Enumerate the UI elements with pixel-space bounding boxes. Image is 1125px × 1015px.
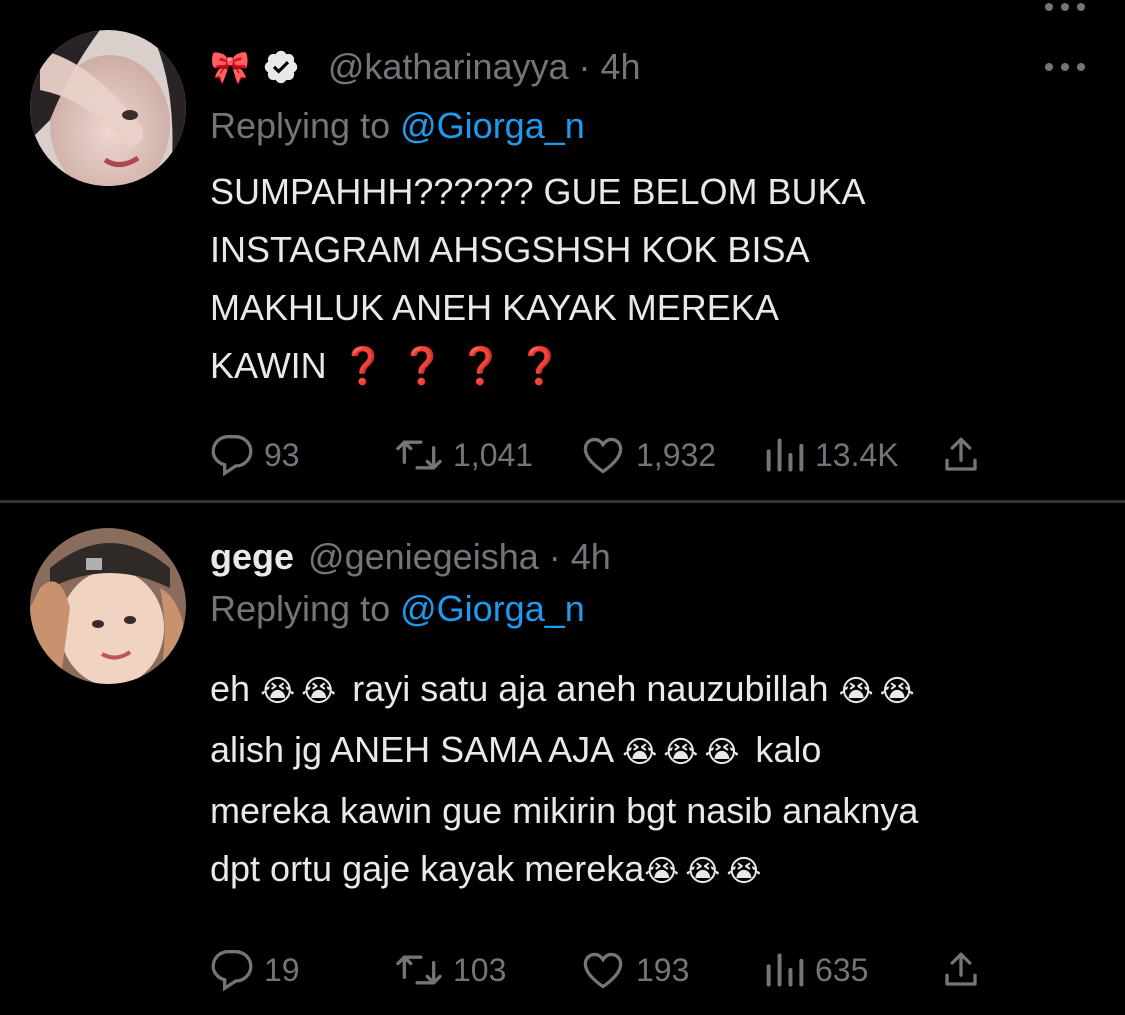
question-mark-emoji: ❓ — [340, 345, 386, 386]
views-count: 13.4K — [815, 436, 899, 473]
replying-to: Replying to @Giorga_n — [210, 588, 585, 630]
reply-button[interactable]: 19 — [210, 945, 300, 995]
bow-emoji: 🎀 — [210, 49, 250, 85]
display-name[interactable]: 🎀 — [210, 48, 314, 86]
retweet-count: 1,041 — [453, 436, 534, 473]
views-icon — [766, 438, 804, 472]
tweet-text-segment: rayi satu aja aneh nauzubillah — [352, 668, 829, 709]
more-icon[interactable] — [1045, 60, 1085, 74]
crying-emoji: 😭 — [644, 855, 680, 888]
tweet-text-segment: dpt ortu gaje kayak mereka — [210, 848, 645, 889]
replying-to: Replying to @Giorga_n — [210, 105, 585, 147]
reply-icon — [211, 435, 253, 477]
display-name[interactable]: gege — [210, 536, 294, 578]
verified-badge-icon — [264, 50, 298, 84]
reply-icon — [211, 950, 253, 992]
tweet-text-segment: eh — [210, 668, 251, 709]
tweet-text-line: mereka kawin gue mikirin bgt nasib anakn… — [210, 790, 919, 831]
retweet-icon — [396, 440, 442, 470]
separator-dot: · — [578, 46, 591, 87]
crying-emoji: 😭 — [685, 855, 721, 888]
crying-emoji: 😭 — [838, 675, 874, 708]
timestamp[interactable]: 4h — [601, 46, 641, 88]
reply-count: 93 — [264, 436, 300, 473]
like-icon — [583, 437, 623, 474]
share-icon — [945, 952, 977, 986]
crying-emoji: 😭 — [301, 675, 337, 708]
like-count: 193 — [636, 951, 690, 988]
tweet-text: eh 😭 😭 rayi satu aja aneh nauzubillah 😭 😭 … — [210, 660, 1090, 901]
crying-emoji: 😭 — [663, 736, 699, 769]
tweet-text-segment: alish jg ANEH SAMA AJA — [210, 729, 613, 770]
more-icon[interactable] — [1045, 0, 1085, 14]
mention-link[interactable]: @Giorga_n — [400, 588, 585, 629]
retweet-icon — [396, 955, 442, 985]
tweet-text-line: alish jg ANEH SAMA AJA 😭 😭 😭 kalo — [210, 721, 1090, 782]
tweet-header: 🎀 @katharinayya · 4h — [210, 44, 641, 90]
replying-prefix: Replying to — [210, 105, 391, 146]
tweet-text-segment: kalo — [755, 729, 822, 770]
tweet-text: SUMPAHHH?????? GUE BELOM BUKA INSTAGRAM … — [210, 163, 1090, 395]
tweet-text-line: KAWIN ❓ ❓ ❓ ❓ — [210, 337, 1090, 395]
tweet[interactable]: 🎀 @katharinayya · 4h Replying to @Giorga… — [0, 0, 1125, 500]
replying-prefix: Replying to — [210, 588, 391, 629]
handle[interactable]: @geniegeisha — [308, 536, 539, 578]
tweet-text-line: MAKHLUK ANEH KAYAK MEREKA — [210, 287, 779, 328]
tweet-text-line: dpt ortu gaje kayak mereka😭 😭 😭 — [210, 840, 1090, 901]
reply-button[interactable]: 93 — [210, 430, 300, 480]
question-mark-emoji: ❓ — [517, 345, 562, 386]
reply-count: 19 — [264, 951, 300, 988]
views-count: 635 — [815, 951, 869, 988]
mention-link[interactable]: @Giorga_n — [400, 105, 585, 146]
views-button[interactable]: 13.4K — [765, 430, 899, 480]
views-button[interactable]: 635 — [765, 945, 868, 995]
action-bar: 19 103 193 635 — [210, 945, 990, 995]
action-bar: 93 1,041 1,932 13.4K — [210, 430, 990, 480]
question-mark-emoji: ❓ — [399, 345, 445, 386]
like-button[interactable]: 1,932 — [580, 430, 716, 480]
separator-dot: · — [548, 536, 561, 577]
share-button[interactable] — [940, 945, 982, 995]
like-icon — [583, 952, 623, 989]
tweet-text-line: eh 😭 😭 rayi satu aja aneh nauzubillah 😭 😭 — [210, 660, 1090, 721]
like-count: 1,932 — [636, 436, 717, 473]
tweet-header: gege @geniegeisha · 4h — [210, 534, 611, 580]
avatar[interactable] — [30, 30, 186, 186]
avatar[interactable] — [30, 528, 186, 684]
views-icon — [766, 953, 804, 987]
retweet-button[interactable]: 103 — [395, 945, 506, 995]
crying-emoji: 😭 — [260, 675, 296, 708]
crying-emoji: 😭 — [704, 736, 740, 769]
crying-emoji: 😭 — [622, 736, 658, 769]
crying-emoji: 😭 — [726, 855, 762, 888]
timestamp[interactable]: 4h — [571, 536, 611, 578]
share-icon — [945, 437, 977, 471]
tweet-text-line: SUMPAHHH?????? GUE BELOM BUKA — [210, 171, 866, 212]
crying-emoji: 😭 — [879, 675, 915, 708]
handle[interactable]: @katharinayya — [328, 46, 569, 88]
share-button[interactable] — [940, 430, 982, 480]
tweet-text-line: INSTAGRAM AHSGSHSH KOK BISA — [210, 229, 810, 270]
tweet[interactable]: gege @geniegeisha · 4h Replying to @Gior… — [0, 503, 1125, 1015]
tweet-text-word: KAWIN — [210, 345, 327, 386]
like-button[interactable]: 193 — [580, 945, 689, 995]
question-mark-emoji: ❓ — [458, 345, 504, 386]
retweet-button[interactable]: 1,041 — [395, 430, 533, 480]
retweet-count: 103 — [453, 951, 507, 988]
